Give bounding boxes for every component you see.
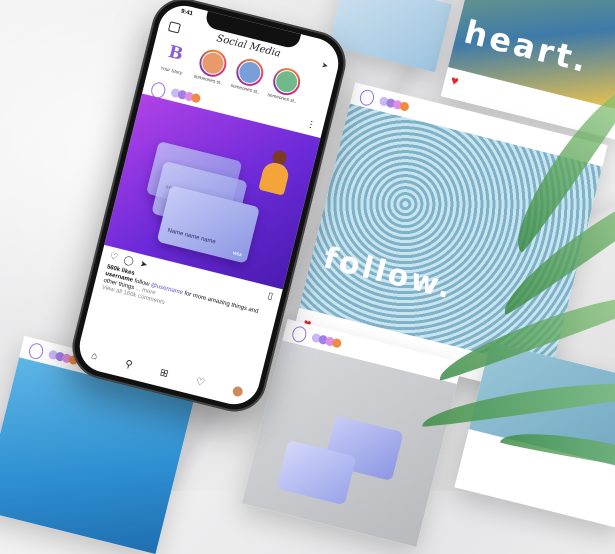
story-dots <box>378 95 410 112</box>
story-avatar <box>196 46 229 80</box>
story-dots <box>310 332 343 349</box>
story-avatar <box>232 55 266 89</box>
card-holder-name: Name name name <box>166 227 217 246</box>
brand-b-icon: B <box>161 39 190 68</box>
status-time: 9:41 <box>180 8 194 18</box>
brand-logo-icon <box>27 341 45 361</box>
card-brand: VISA <box>232 250 243 258</box>
story-item[interactable]: someones st.. <box>226 55 269 104</box>
story-item[interactable]: someones st.. <box>263 64 306 113</box>
search-icon[interactable]: ⚲ <box>124 358 134 370</box>
heart-icon[interactable]: ♡ <box>109 251 119 263</box>
story-your-story[interactable]: B Your Story <box>152 37 195 86</box>
person-figure <box>257 148 293 199</box>
heart-icon[interactable]: ♥ <box>449 72 460 88</box>
profile-avatar[interactable] <box>231 385 244 398</box>
story-item[interactable]: someones st.. <box>189 46 232 95</box>
brand-logo-icon <box>290 324 309 344</box>
heart-tab-icon[interactable]: ♡ <box>195 376 206 389</box>
payment-card-front: Name name name VISA <box>156 185 260 264</box>
add-post-icon[interactable]: ⊞ <box>159 367 170 380</box>
brand-logo-icon <box>358 88 376 108</box>
comment-icon[interactable]: ◯ <box>123 254 135 266</box>
share-icon[interactable]: ➤ <box>139 258 149 270</box>
story-avatar: B <box>159 37 192 71</box>
story-avatar <box>269 65 303 98</box>
home-icon[interactable]: ⌂ <box>90 350 99 362</box>
bookmark-icon[interactable]: ▯ <box>267 290 274 302</box>
more-options-icon[interactable]: ⋮ <box>305 118 316 131</box>
